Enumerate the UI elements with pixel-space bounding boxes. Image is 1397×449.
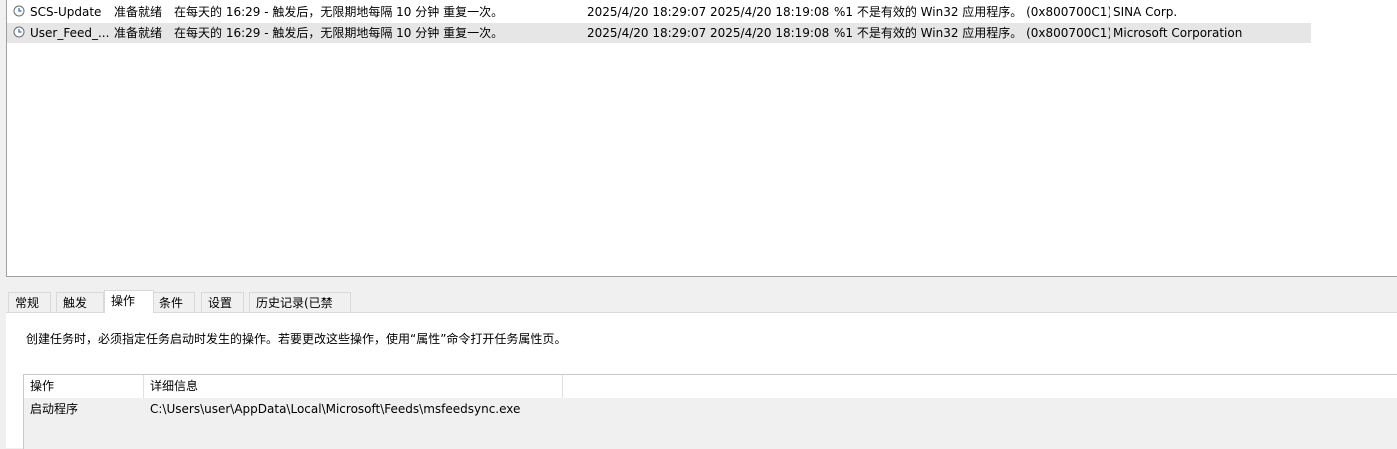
task-author: Microsoft Corporation [1113, 26, 1243, 40]
clock-icon [13, 26, 25, 38]
task-trigger: 在每天的 16:29 - 触发后，无限期地每隔 10 分钟 重复一次。 [174, 26, 504, 40]
tab-conditions[interactable]: 条件 [152, 292, 195, 312]
tab-actions[interactable]: 操作 [104, 290, 154, 313]
actions-description: 创建任务时，必须指定任务启动时发生的操作。若要更改这些操作，使用“属性”命令打开… [26, 332, 567, 346]
task-last-result: %1 不是有效的 Win32 应用程序。 (0x800700C1) [834, 26, 1110, 40]
actions-table[interactable]: 操作 详细信息 启动程序 C:\Users\user\AppData\Local… [23, 374, 1397, 449]
action-type[interactable]: 启动程序 [30, 399, 78, 419]
task-status: 准备就绪 [114, 26, 163, 40]
column-header-action[interactable]: 操作 [24, 375, 144, 398]
task-name: User_Feed_... [30, 26, 110, 40]
task-detail-pane: 常规 触发器 操作 条件 设置 历史记录(已禁用) 创建任务时，必须指定任务启动… [6, 285, 1397, 449]
tab-history[interactable]: 历史记录(已禁用) [249, 292, 351, 330]
header-filler [563, 375, 1397, 398]
task-trigger: 在每天的 16:29 - 触发后，无限期地每隔 10 分钟 重复一次。 [174, 5, 504, 19]
tab-triggers[interactable]: 触发器 [56, 292, 104, 330]
task-next-run: 2025/4/20 18:29:07 [587, 5, 707, 19]
tab-strip: 常规 触发器 操作 条件 设置 历史记录(已禁用) [6, 290, 1397, 330]
tab-general[interactable]: 常规 [8, 292, 51, 312]
column-header-details[interactable]: 详细信息 [144, 375, 563, 398]
task-row[interactable]: SCS-Update 准备就绪 在每天的 16:29 - 触发后，无限期地每隔 … [7, 2, 1311, 22]
task-next-run: 2025/4/20 18:29:07 [587, 26, 707, 40]
clock-icon [13, 5, 25, 17]
task-list[interactable]: SCS-Update 准备就绪 在每天的 16:29 - 触发后，无限期地每隔 … [6, 0, 1397, 277]
task-author: SINA Corp. [1113, 5, 1178, 19]
task-last-run: 2025/4/20 18:19:08 [710, 5, 830, 19]
tab-settings[interactable]: 设置 [201, 292, 244, 312]
task-last-result: %1 不是有效的 Win32 应用程序。 (0x800700C1) [834, 5, 1110, 19]
actions-tab-panel: 创建任务时，必须指定任务启动时发生的操作。若要更改这些操作，使用“属性”命令打开… [6, 312, 1397, 449]
task-name: SCS-Update [30, 5, 102, 19]
task-row[interactable]: User_Feed_... 准备就绪 在每天的 16:29 - 触发后，无限期地… [7, 23, 1311, 43]
task-status: 准备就绪 [114, 5, 163, 19]
pane-splitter[interactable] [6, 277, 1397, 285]
action-details[interactable]: C:\Users\user\AppData\Local\Microsoft\Fe… [150, 399, 520, 419]
task-last-run: 2025/4/20 18:19:08 [710, 26, 830, 40]
